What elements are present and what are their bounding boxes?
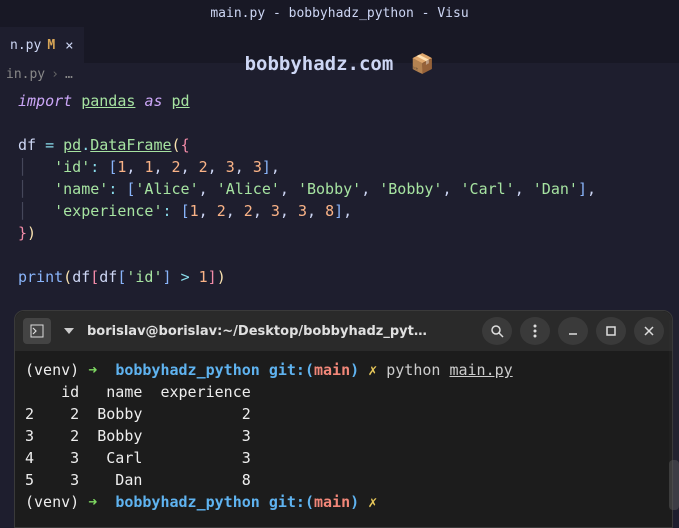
terminal-panel: borislav@borislav:~/Desktop/bobbyhadz_py… [14, 310, 673, 528]
menu-icon[interactable] [520, 317, 550, 345]
terminal-output[interactable]: (venv) ➜ bobbyhadz_python git:(main) ✗ p… [15, 351, 672, 527]
terminal-titlebar: borislav@borislav:~/Desktop/bobbyhadz_py… [15, 311, 672, 351]
key-id: 'id' [54, 158, 90, 176]
editor-tab[interactable]: n.py M × [0, 27, 84, 63]
close-icon[interactable]: × [65, 38, 73, 54]
module-pandas: pandas [81, 92, 135, 110]
output-header: id name experience [25, 383, 251, 401]
indent-guide: │ [18, 158, 54, 176]
close-paren: ) [27, 224, 36, 242]
ref-dataframe: DataFrame [90, 136, 171, 154]
breadcrumb[interactable]: in.py › … [0, 63, 679, 86]
prompt-git: git: [269, 361, 305, 379]
terminal-title: borislav@borislav:~/Desktop/bobbyhadz_py… [87, 324, 474, 339]
code-editor[interactable]: import pandas as pd df = pd.DataFrame({ … [0, 86, 679, 298]
close-brace: } [18, 224, 27, 242]
output-row: 4 3 Carl 3 [25, 449, 251, 467]
tab-modified-indicator: M [47, 38, 55, 53]
venv-indicator: (venv) [25, 361, 79, 379]
window-title: main.py - bobbyhadz_python - Visu [0, 0, 679, 27]
dirty-indicator-icon: ✗ [368, 361, 377, 379]
fn-print: print [18, 268, 63, 286]
op-eq: = [45, 136, 54, 154]
scrollbar-thumb[interactable] [669, 460, 679, 510]
key-name: 'name' [54, 180, 108, 198]
prompt-dir: bobbyhadz_python [115, 361, 260, 379]
git-branch: main [314, 361, 350, 379]
open-paren: ( [172, 136, 181, 154]
cmd-file: main.py [449, 361, 512, 379]
search-icon[interactable] [482, 317, 512, 345]
key-experience: 'experience' [54, 202, 162, 220]
var-df: df [18, 136, 36, 154]
tab-bar: n.py M × [0, 27, 679, 63]
chevron-right-icon: › [51, 67, 59, 82]
alias-pd: pd [172, 92, 190, 110]
output-row: 3 2 Bobby 3 [25, 427, 251, 445]
terminal-icon[interactable] [23, 318, 51, 344]
maximize-icon[interactable] [596, 317, 626, 345]
keyword-import: import [18, 92, 72, 110]
open-brace: { [181, 136, 190, 154]
breadcrumb-file: in.py [6, 67, 45, 82]
terminal-dropdown-icon[interactable] [59, 318, 79, 344]
keyword-as: as [144, 92, 162, 110]
output-row: 5 3 Dan 8 [25, 471, 251, 489]
tab-filename: n.py [10, 38, 41, 53]
op-dot: . [81, 136, 90, 154]
cmd-python: python [386, 361, 440, 379]
ref-pd: pd [63, 136, 81, 154]
output-row: 2 2 Bobby 2 [25, 405, 251, 423]
minimize-icon[interactable] [558, 317, 588, 345]
breadcrumb-more: … [65, 67, 73, 82]
prompt-arrow-icon: ➜ [88, 361, 97, 379]
close-terminal-icon[interactable] [634, 317, 664, 345]
